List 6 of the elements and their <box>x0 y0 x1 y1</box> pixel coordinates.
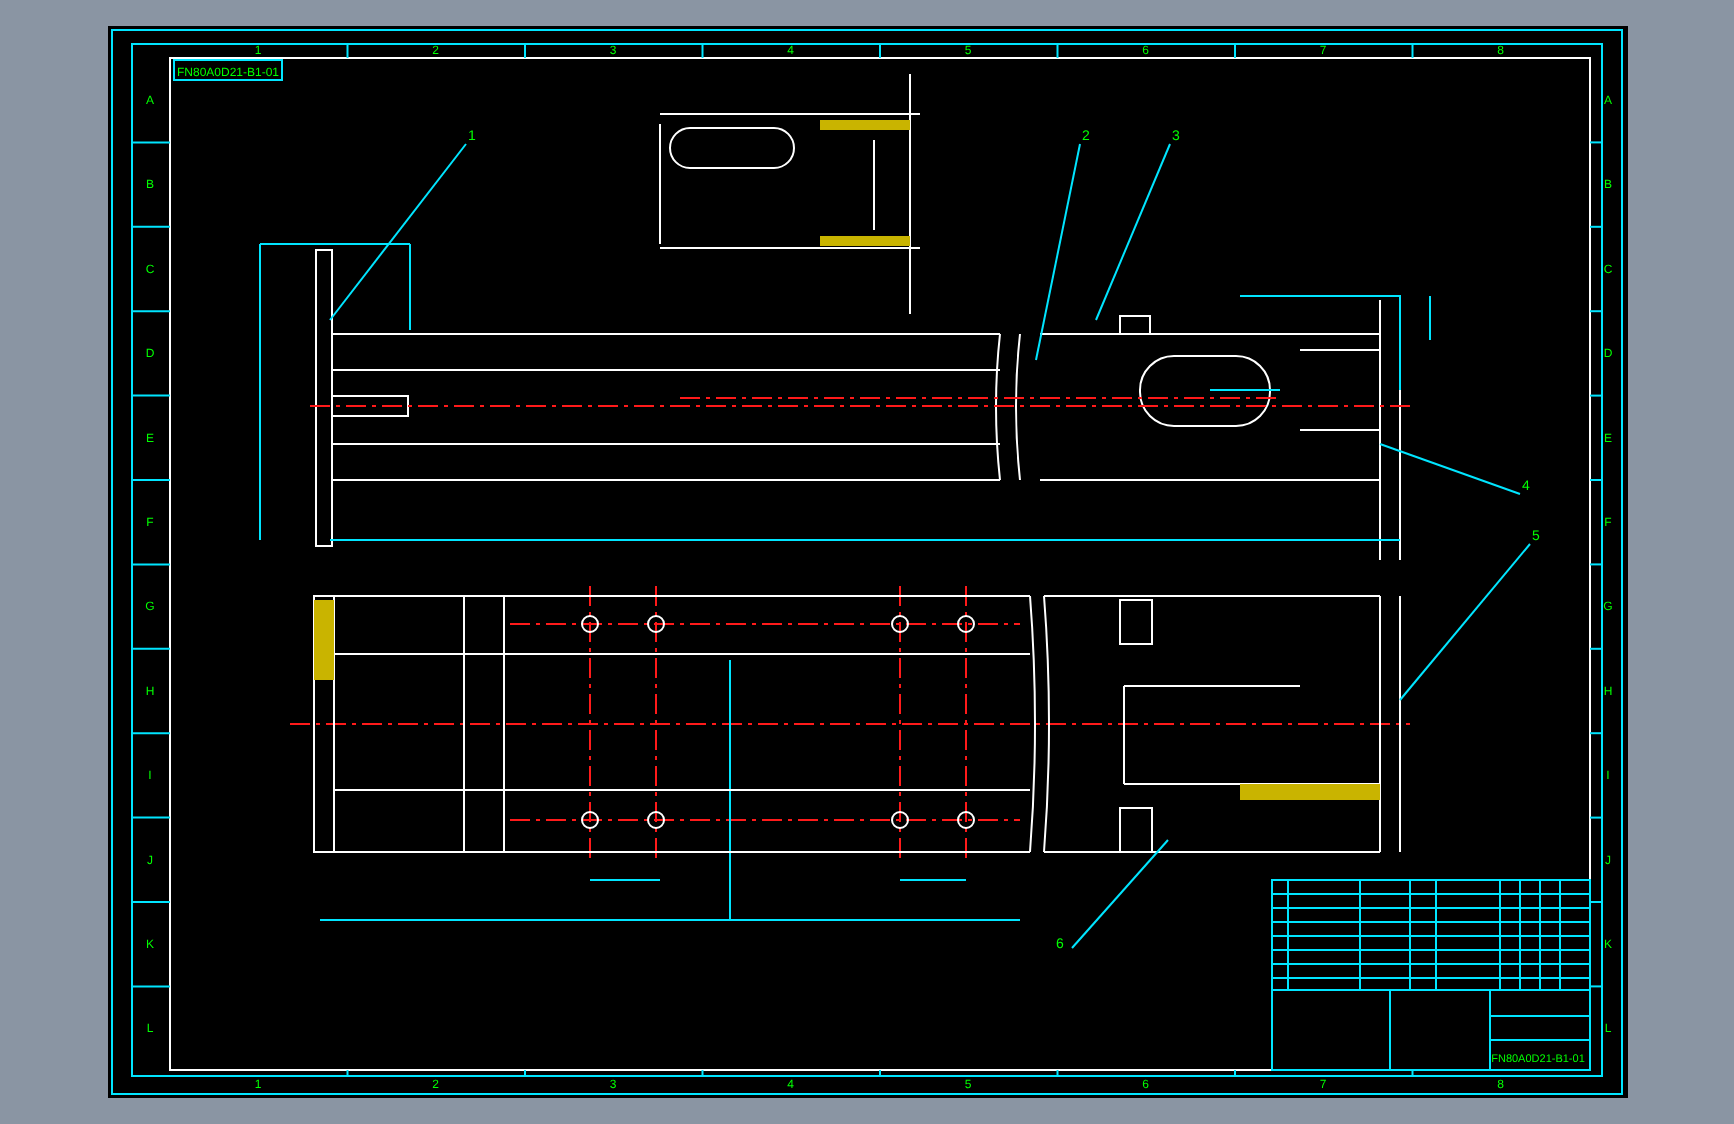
leader-line <box>1071 839 1169 949</box>
hatch-section <box>820 236 910 246</box>
hatch-section <box>1240 784 1380 800</box>
leader-line <box>1379 443 1521 495</box>
hatch-section <box>820 120 910 130</box>
hatch-section <box>314 600 334 680</box>
